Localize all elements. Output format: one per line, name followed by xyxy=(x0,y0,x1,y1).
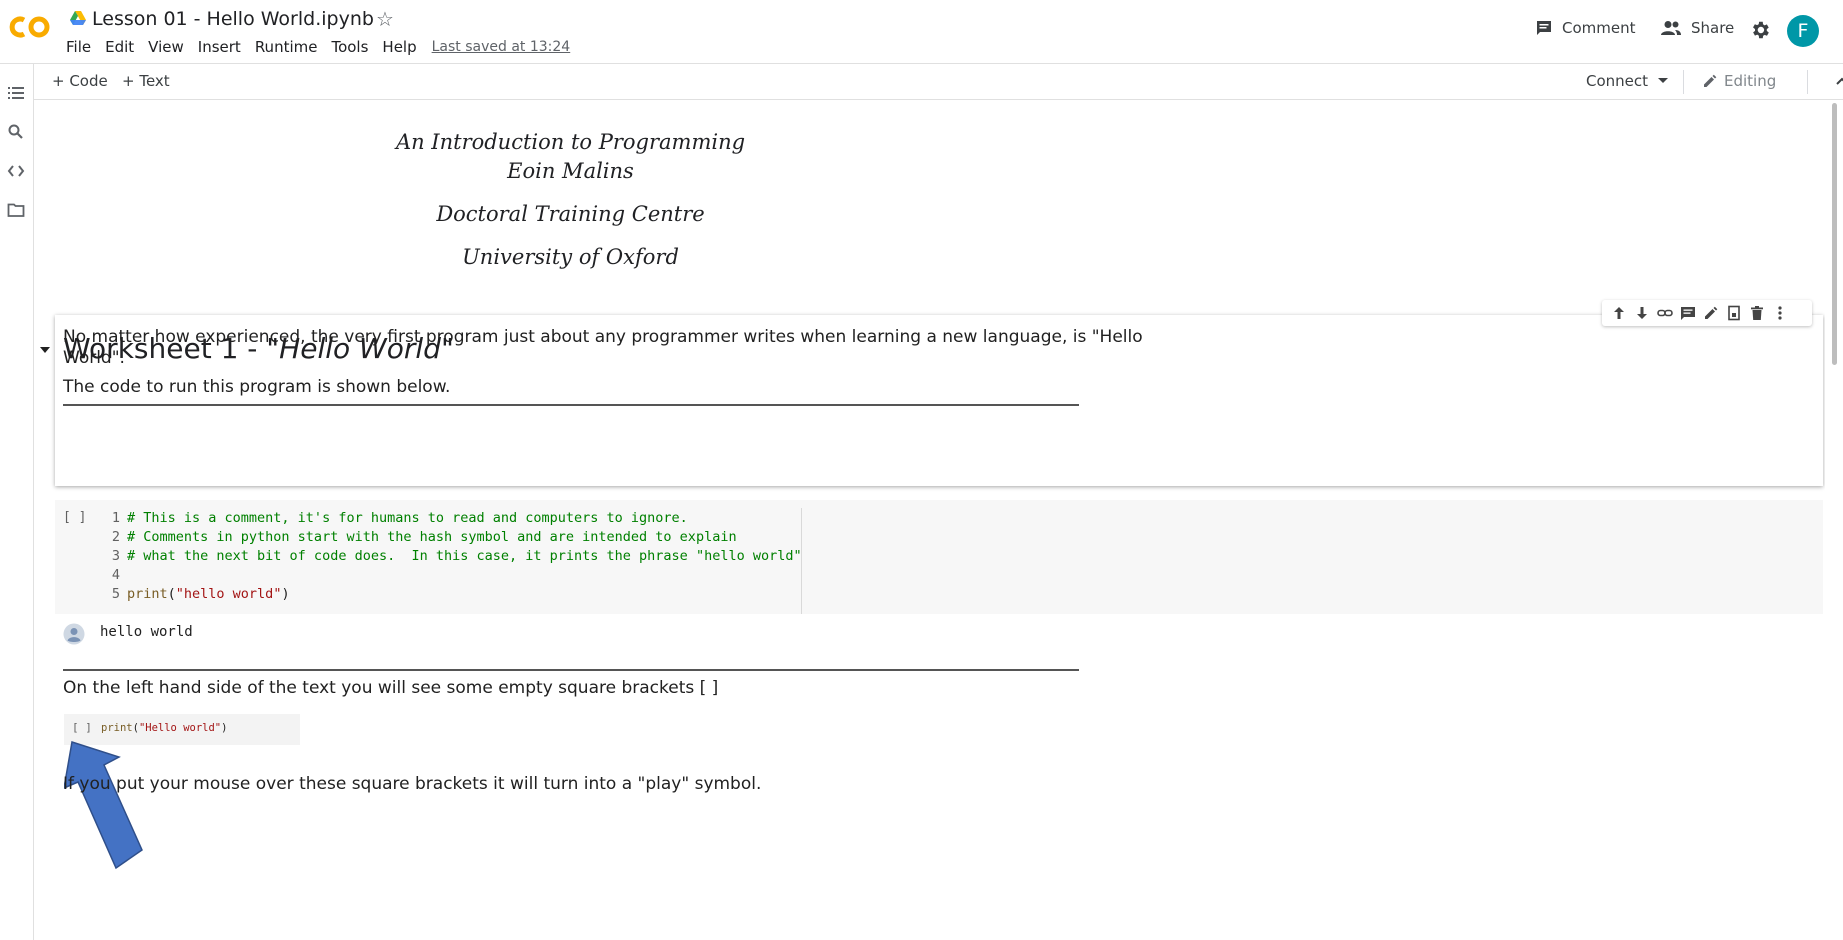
notebook-title[interactable]: Lesson 01 - Hello World.ipynb xyxy=(92,8,374,30)
menu-edit[interactable]: Edit xyxy=(98,38,141,56)
move-down-icon[interactable] xyxy=(1634,305,1650,321)
code-line: 4 xyxy=(94,567,127,586)
connect-label: Connect xyxy=(1586,72,1649,90)
menu-file[interactable]: File xyxy=(66,38,98,56)
left-rail xyxy=(0,64,34,940)
cell-output: hello world xyxy=(100,624,193,640)
image-brackets-text: [ ] xyxy=(72,721,92,734)
code-line: 2 # Comments in python start with the has… xyxy=(94,529,737,548)
connect-button[interactable]: Connect xyxy=(1586,72,1669,90)
notebook-content: An Introduction to Programming Eoin Mali… xyxy=(34,100,1825,940)
mirror-cell-icon[interactable] xyxy=(1726,305,1742,321)
share-button[interactable]: Share xyxy=(1660,19,1734,37)
code-paren: ) xyxy=(281,586,290,602)
menu-tools[interactable]: Tools xyxy=(324,38,375,56)
code-line: 1 # This is a comment, it's for humans to… xyxy=(94,510,688,529)
move-up-icon[interactable] xyxy=(1611,305,1627,321)
title-cell-line: An Introduction to Programming xyxy=(395,130,746,154)
worksheet-paragraph: The code to run this program is shown be… xyxy=(63,377,451,397)
comment-icon xyxy=(1537,21,1551,35)
menu-help[interactable]: Help xyxy=(375,38,423,56)
title-cell-line: University of Oxford xyxy=(462,245,679,269)
line-number: 1 xyxy=(111,510,120,526)
output-user-icon[interactable] xyxy=(63,623,85,645)
line-number: 2 xyxy=(111,529,120,545)
share-label: Share xyxy=(1691,19,1735,37)
brackets-paragraph: On the left hand side of the text you wi… xyxy=(63,678,719,698)
image-code-paren: ) xyxy=(221,722,228,734)
code-line: 5 print("hello world") xyxy=(94,586,290,605)
hover-paragraph: If you put your mouse over these square … xyxy=(63,774,762,794)
editing-mode-button[interactable]: Editing xyxy=(1702,72,1776,90)
menu-insert[interactable]: Insert xyxy=(191,38,248,56)
delete-icon[interactable] xyxy=(1749,305,1765,321)
more-icon[interactable] xyxy=(1772,305,1788,321)
code-line: 3 # what the next bit of code does. In th… xyxy=(94,548,802,567)
last-saved-link[interactable]: Last saved at 13:24 xyxy=(432,39,571,56)
menu-view[interactable]: View xyxy=(141,38,191,56)
code-paren: ( xyxy=(167,586,176,602)
table-of-contents-icon[interactable] xyxy=(7,84,25,102)
link-icon[interactable] xyxy=(1657,305,1673,321)
code-snippets-icon[interactable] xyxy=(7,162,25,180)
image-code-keyword: print xyxy=(101,722,133,734)
google-drive-icon[interactable] xyxy=(70,11,86,25)
code-comment: # Comments in python start with the hash… xyxy=(127,529,737,545)
notebook-toolbar: + Code + Text Connect Editing xyxy=(34,64,1843,100)
blue-arrow-icon xyxy=(64,741,143,870)
menu-runtime[interactable]: Runtime xyxy=(248,38,325,56)
pencil-icon xyxy=(1704,74,1717,87)
collapse-section-icon[interactable] xyxy=(40,347,50,353)
chevron-down-icon xyxy=(1658,78,1669,83)
code-string: "hello world" xyxy=(175,586,282,602)
files-icon[interactable] xyxy=(7,201,25,219)
add-code-button[interactable]: + Code xyxy=(52,72,108,90)
title-cell-line: Doctoral Training Centre xyxy=(436,202,705,226)
horizontal-rule xyxy=(63,404,1079,406)
star-icon[interactable]: ☆ xyxy=(376,7,394,31)
toolbar-divider xyxy=(1683,70,1684,94)
colab-logo[interactable] xyxy=(8,14,52,40)
worksheet-paragraph-line: World". xyxy=(63,348,125,368)
run-cell-button[interactable]: [ ] xyxy=(63,510,86,525)
edit-icon[interactable] xyxy=(1703,305,1719,321)
comment-button[interactable]: Comment xyxy=(1535,19,1636,37)
code-comment: # This is a comment, it's for humans to … xyxy=(127,510,688,526)
menu-bar: File Edit View Insert Runtime Tools Help… xyxy=(66,38,570,56)
add-text-button[interactable]: + Text xyxy=(122,72,170,90)
cell-toolbar xyxy=(1602,300,1812,326)
title-cell-line: Eoin Malins xyxy=(507,159,634,183)
line-number: 5 xyxy=(111,586,120,602)
line-number: 3 xyxy=(111,548,120,564)
editing-label: Editing xyxy=(1724,72,1777,90)
toolbar-divider xyxy=(1807,70,1808,94)
chevron-up-icon[interactable] xyxy=(1833,72,1843,90)
image-code-text: print("Hello world") xyxy=(101,722,227,734)
notebook-scrollbar[interactable] xyxy=(1832,103,1837,365)
app-header: Lesson 01 - Hello World.ipynb ☆ File Edi… xyxy=(0,0,1843,64)
comment-icon[interactable] xyxy=(1680,305,1696,321)
horizontal-rule xyxy=(63,669,1079,671)
line-number: 4 xyxy=(111,567,120,583)
avatar[interactable]: F xyxy=(1787,15,1819,47)
worksheet-paragraph-line: No matter how experienced, the very firs… xyxy=(63,327,1143,347)
image-code-string: "Hello world" xyxy=(138,722,222,734)
code-comment: # what the next bit of code does. In thi… xyxy=(127,548,802,564)
gear-icon[interactable] xyxy=(1749,19,1771,41)
search-icon[interactable] xyxy=(7,123,25,141)
comment-label: Comment xyxy=(1562,19,1636,37)
people-icon xyxy=(1661,21,1681,35)
code-keyword: print xyxy=(127,586,168,602)
